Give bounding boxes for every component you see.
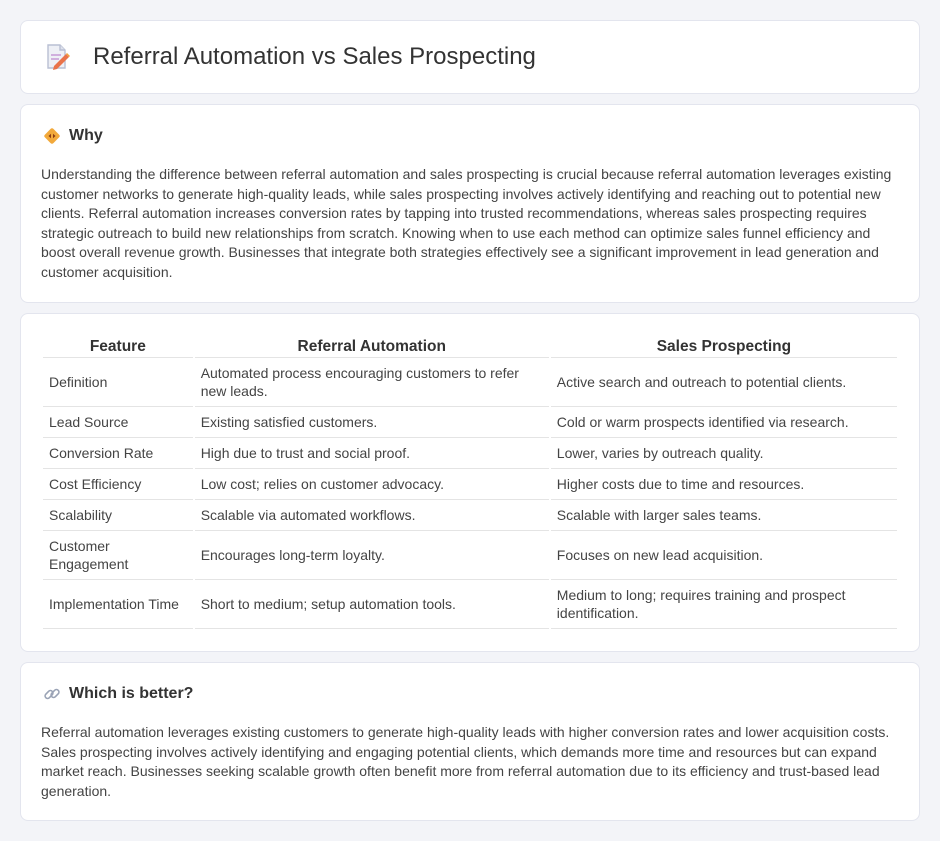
prospecting-cell: Lower, varies by outreach quality.: [550, 438, 897, 469]
which-better-section: Which is better? Referral automation lev…: [20, 662, 920, 821]
referral-cell: Automated process encouraging customers …: [194, 358, 549, 407]
feature-cell: Scalability: [43, 500, 193, 531]
prospecting-cell: Higher costs due to time and resources.: [550, 469, 897, 500]
header-sales-prospecting: Sales Prospecting: [550, 336, 897, 358]
feature-cell: Implementation Time: [43, 580, 193, 629]
title-card: Referral Automation vs Sales Prospecting: [20, 20, 920, 94]
why-title: Why: [69, 127, 103, 144]
header-referral-automation: Referral Automation: [194, 336, 549, 358]
feature-cell: Customer Engagement: [43, 531, 193, 580]
feature-cell: Definition: [43, 358, 193, 407]
better-text: Referral automation leverages existing c…: [41, 724, 890, 799]
referral-cell: Low cost; relies on customer advocacy.: [194, 469, 549, 500]
table-row: Cost Efficiency Low cost; relies on cust…: [43, 469, 897, 500]
referral-cell: High due to trust and social proof.: [194, 438, 549, 469]
feature-cell: Lead Source: [43, 407, 193, 438]
diamond-arrows-icon: [44, 128, 60, 144]
better-heading: Which is better?: [43, 685, 193, 703]
table-header-row: Feature Referral Automation Sales Prospe…: [43, 336, 897, 358]
referral-cell: Encourages long-term loyalty.: [194, 531, 549, 580]
comparison-table: Feature Referral Automation Sales Prospe…: [41, 336, 899, 629]
link-icon: [44, 688, 60, 700]
header-feature: Feature: [43, 336, 193, 358]
table-row: Definition Automated process encouraging…: [43, 358, 897, 407]
prospecting-cell: Cold or warm prospects identified via re…: [550, 407, 897, 438]
table-row: Conversion Rate High due to trust and so…: [43, 438, 897, 469]
prospecting-cell: Medium to long; requires training and pr…: [550, 580, 897, 629]
feature-cell: Conversion Rate: [43, 438, 193, 469]
referral-cell: Existing satisfied customers.: [194, 407, 549, 438]
prospecting-cell: Focuses on new lead acquisition.: [550, 531, 897, 580]
table-row: Scalability Scalable via automated workf…: [43, 500, 897, 531]
title-row: Referral Automation vs Sales Prospecting: [45, 43, 536, 71]
prospecting-cell: Active search and outreach to potential …: [550, 358, 897, 407]
prospecting-cell: Scalable with larger sales teams.: [550, 500, 897, 531]
referral-cell: Short to medium; setup automation tools.: [194, 580, 549, 629]
table-row: Customer Engagement Encourages long-term…: [43, 531, 897, 580]
page-title: Referral Automation vs Sales Prospecting: [93, 43, 536, 70]
table-row: Lead Source Existing satisfied customers…: [43, 407, 897, 438]
comparison-section: Feature Referral Automation Sales Prospe…: [20, 313, 920, 652]
why-section: Why Understanding the difference between…: [20, 104, 920, 303]
referral-cell: Scalable via automated workflows.: [194, 500, 549, 531]
document-pencil-icon: [47, 44, 70, 70]
better-title: Which is better?: [69, 685, 194, 702]
why-text: Understanding the difference between ref…: [41, 166, 892, 280]
why-heading: Why: [43, 127, 103, 145]
table-row: Implementation Time Short to medium; set…: [43, 580, 897, 629]
feature-cell: Cost Efficiency: [43, 469, 193, 500]
